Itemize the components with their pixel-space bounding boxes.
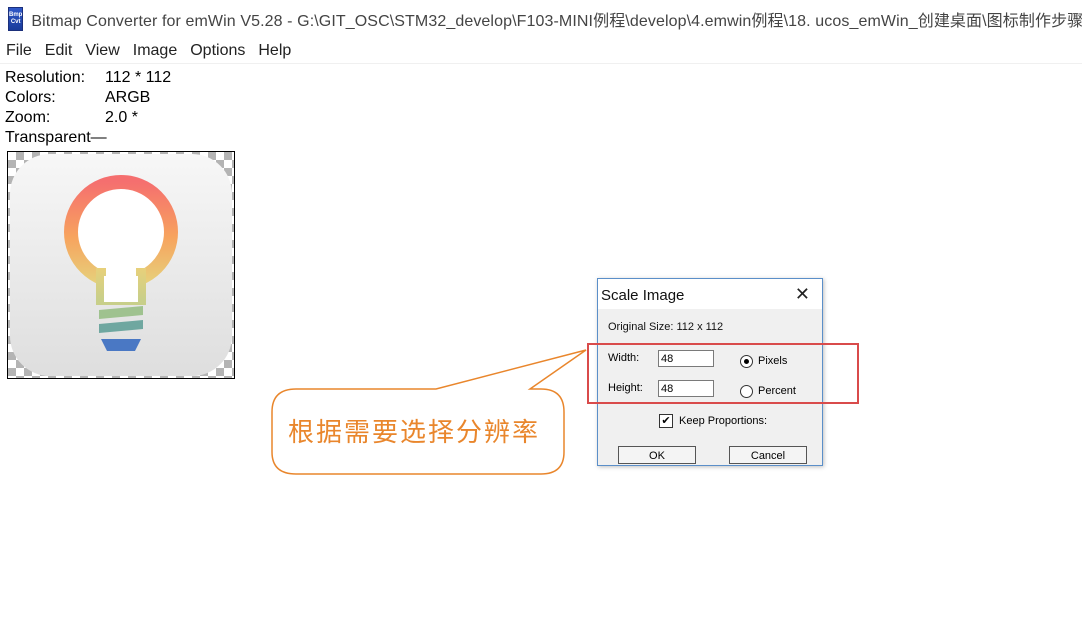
cancel-button[interactable]: Cancel <box>729 446 807 464</box>
keep-proportions-label: Keep Proportions: <box>679 415 768 427</box>
window-title: Bitmap Converter for emWin V5.28 - G:\GI… <box>31 13 1082 30</box>
ok-button[interactable]: OK <box>618 446 696 464</box>
menu-help[interactable]: Help <box>252 42 298 60</box>
callout-text: 根据需要选择分辨率 <box>288 418 541 448</box>
menu-options[interactable]: Options <box>184 42 252 60</box>
colors-label: Colors: <box>5 89 56 106</box>
menu-bar: File Edit View Image Options Help <box>0 38 1082 64</box>
menu-image[interactable]: Image <box>127 42 184 60</box>
bitmap-converter-app-icon: Bmp Cvt <box>8 7 24 31</box>
colors-row: Colors: ARGB <box>5 88 171 108</box>
resolution-label: Resolution: <box>5 69 86 86</box>
resolution-row: Resolution: 112 * 112 <box>5 68 171 88</box>
image-info-panel: Resolution: 112 * 112 Colors: ARGB Zoom:… <box>5 68 171 148</box>
resolution-value: 112 * 112 <box>105 69 172 86</box>
keep-proportions-checkbox[interactable]: ✔ <box>659 414 673 428</box>
app-icon-text-top: Bmp <box>9 12 23 18</box>
resolution-highlight-box <box>587 343 859 404</box>
zoom-row: Zoom: 2.0 * <box>5 108 171 128</box>
zoom-label: Zoom: <box>5 109 51 126</box>
dialog-title: Scale Image <box>601 287 685 304</box>
lightbulb-icon <box>10 154 232 376</box>
transparent-label: Transparent— <box>5 129 107 146</box>
app-icon-text-bottom: Cvt <box>10 19 21 25</box>
bitmap-preview <box>7 151 235 379</box>
menu-view[interactable]: View <box>79 42 126 60</box>
close-icon[interactable]: ✕ <box>795 284 810 305</box>
title-bar: Bmp Cvt Bitmap Converter for emWin V5.28… <box>0 0 1082 38</box>
menu-file[interactable]: File <box>0 42 39 60</box>
transparent-row: Transparent— <box>5 128 171 148</box>
original-size-label: Original Size: 112 x 112 <box>608 321 724 333</box>
colors-value: ARGB <box>105 89 151 106</box>
menu-edit[interactable]: Edit <box>39 42 80 60</box>
zoom-value: 2.0 * <box>105 109 138 126</box>
